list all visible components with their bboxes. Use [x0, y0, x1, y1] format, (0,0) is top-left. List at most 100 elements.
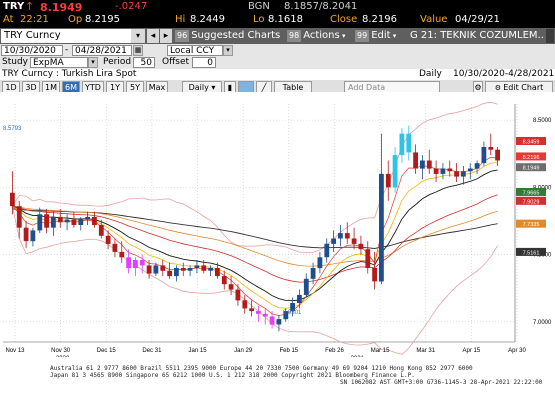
candle-body — [474, 163, 480, 169]
candle-body — [385, 173, 391, 188]
price-chart[interactable]: 8.50008.00007.50007.0000 8.34598.21968.1… — [0, 92, 555, 357]
candle-body — [413, 152, 418, 169]
candle-body — [481, 147, 487, 164]
study-label: Study — [2, 57, 28, 67]
series-value-text: 8.2196 — [523, 155, 540, 161]
candle-body — [215, 268, 220, 277]
security-dropdown-icon[interactable]: ▾ — [131, 29, 145, 43]
candle-body — [221, 276, 227, 285]
candle-body — [51, 216, 56, 228]
bid-ask: 8.1857/8.2041 — [284, 1, 358, 12]
candle-body — [16, 206, 22, 228]
x-tick-label: Dec 15 — [97, 348, 117, 354]
start-date-field[interactable]: 10/30/2020 — [1, 45, 63, 56]
year-label: 2020 — [56, 356, 70, 357]
security-field[interactable]: TRY Curncy — [1, 29, 131, 43]
period-label: Period — [103, 57, 132, 67]
candle-body — [269, 316, 275, 325]
candle-body — [426, 160, 432, 169]
close-value: 8.2196 — [362, 14, 397, 25]
x-tick-label: Jan 15 — [189, 348, 208, 354]
candle-body — [365, 249, 371, 268]
candle-body — [331, 238, 336, 244]
forward-arrow-icon[interactable]: ▸ — [160, 29, 172, 43]
candle-body — [228, 284, 234, 290]
value-label: Value — [420, 14, 448, 25]
edit-chart-label: Edit Chart — [503, 83, 544, 92]
suggested-number: 96 — [175, 30, 190, 42]
frequency-label: Daily — [419, 69, 442, 79]
actions-number: 98 — [287, 30, 302, 42]
candle-body — [303, 278, 309, 295]
calendar-icon[interactable]: ▦ — [133, 45, 143, 56]
x-tick-label: Nov 30 — [51, 348, 71, 354]
time: 22:21 — [20, 14, 49, 25]
time-label: At — [3, 14, 14, 25]
offset-field[interactable]: 0 — [192, 57, 216, 68]
candle-body — [256, 311, 261, 314]
edit-number: 99 — [355, 30, 370, 42]
price-change: -.0247 — [115, 1, 148, 12]
currency-select[interactable]: Local CCY — [167, 45, 223, 56]
currency-dropdown-icon[interactable]: ▾ — [223, 45, 233, 56]
candle-body — [85, 216, 90, 220]
bid-ask-label: BGN — [248, 1, 270, 12]
x-tick-label: Jan 29 — [234, 348, 253, 354]
candle-body — [119, 251, 125, 258]
x-tick-label: Mar 15 — [371, 348, 390, 354]
series-value-text: 8.1949 — [523, 166, 540, 172]
candle-body — [78, 219, 84, 225]
value-date: 04/29/21 — [455, 14, 500, 25]
study-select[interactable]: ExpMA — [30, 57, 88, 68]
candle-body — [23, 227, 29, 242]
low-label: Lo — [253, 14, 265, 25]
series-value-text: 8.3459 — [523, 139, 540, 145]
chart-background — [0, 92, 555, 357]
candle-body — [160, 265, 166, 271]
candle-body — [201, 265, 207, 271]
candle-body — [92, 216, 97, 225]
back-arrow-icon[interactable]: ◂ — [147, 29, 159, 43]
edit-button[interactable]: 99 Edit ▾ — [355, 29, 396, 43]
security-description: TRY Curncy : Turkish Lira Spot — [2, 69, 137, 79]
open-value: 8.2195 — [85, 14, 120, 25]
candle-body — [64, 219, 70, 223]
close-label: Close — [330, 14, 358, 25]
quote-bar: TRY ↑ 8.1949 -.0247 BGN 8.1857/8.2041 At… — [0, 0, 555, 28]
candle-body — [358, 243, 364, 250]
candle-body — [310, 268, 316, 279]
candle-body — [105, 235, 111, 244]
ticker: TRY — [3, 1, 25, 12]
candle-body — [488, 147, 494, 150]
footer-line-1: Australia 61 2 9777 8600 Brazil 5511 239… — [50, 365, 473, 372]
y-tick-label: 8.5000 — [533, 118, 552, 124]
edit-label: Edit — [371, 30, 391, 41]
candle-body — [37, 214, 43, 231]
candle-body — [467, 168, 473, 172]
study-dropdown-icon[interactable]: ▾ — [88, 57, 98, 68]
candle-body — [338, 233, 343, 239]
candle-body — [30, 230, 36, 242]
end-date-field[interactable]: 04/28/2021 — [72, 45, 132, 56]
candle-body — [126, 257, 131, 269]
candle-body — [174, 268, 179, 277]
toolbar: TRY Curncy ▾ ◂ ▸ 96 Suggested Charts 98 Ac… — [0, 28, 555, 44]
candle-body — [447, 168, 453, 172]
x-tick-label: Feb 15 — [279, 348, 298, 354]
candle-body — [235, 289, 241, 301]
open-label: Op — [68, 14, 83, 25]
candle-body — [399, 133, 405, 156]
x-tick-label: Apr 30 — [508, 348, 526, 354]
suggested-charts-button[interactable]: 96 Suggested Charts — [175, 29, 280, 43]
chart-title: G 21: TEKNIK COZUMLEM... — [410, 30, 545, 41]
actions-button[interactable]: 98 Actions ▾ — [287, 29, 345, 43]
daily-label: Daily — [188, 83, 209, 92]
last-price: 8.1949 — [40, 1, 83, 14]
candle-body — [420, 160, 425, 169]
period-field[interactable]: 50 — [133, 57, 155, 68]
scroll-handle[interactable] — [546, 29, 554, 43]
candle-body — [249, 308, 254, 312]
candle-body — [324, 243, 330, 258]
footer-line-2: Japan 81 3 4565 8900 Singapore 65 6212 1… — [50, 372, 415, 379]
date-dash: - — [65, 45, 69, 55]
